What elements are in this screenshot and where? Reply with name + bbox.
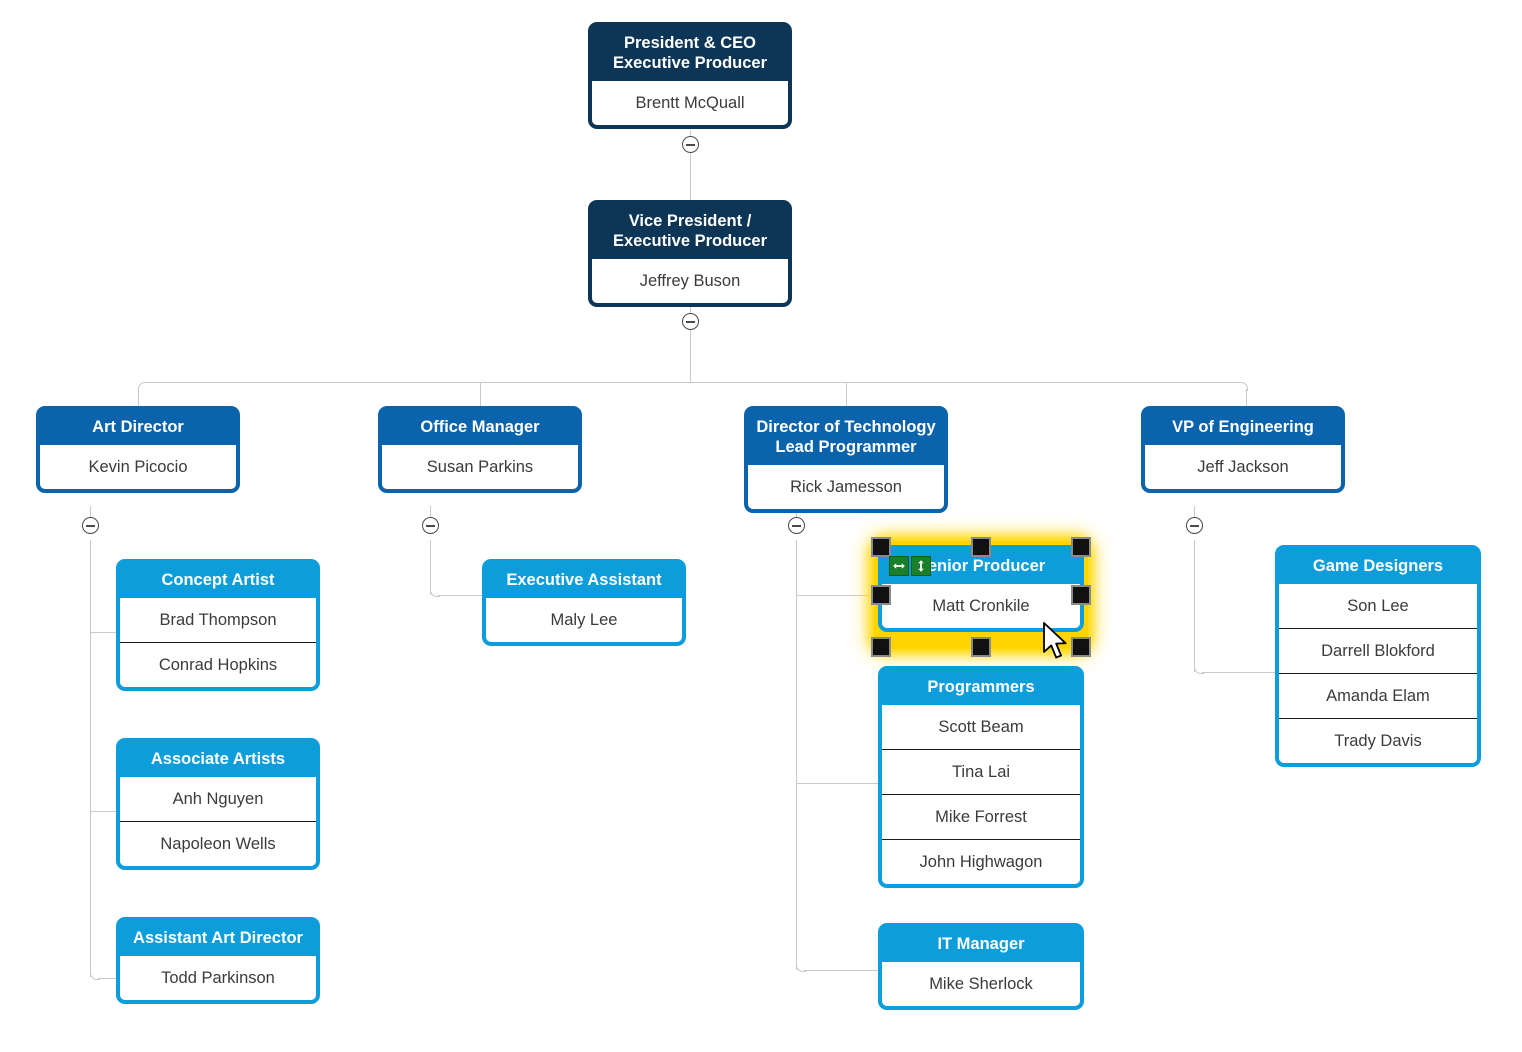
node-title: Vice President / Executive Producer bbox=[592, 204, 788, 259]
collapse-director-tech-button[interactable] bbox=[788, 517, 805, 534]
node-title: President & CEO Executive Producer bbox=[592, 26, 788, 81]
node-body: Anh Nguyen Napoleon Wells bbox=[120, 777, 316, 866]
connector-drop-director-tech bbox=[846, 382, 847, 407]
node-title: Office Manager bbox=[382, 410, 578, 445]
selection-handle-top-center[interactable] bbox=[971, 537, 991, 557]
member-row[interactable]: Tina Lai bbox=[882, 749, 1080, 794]
selection-handle-bottom-right[interactable] bbox=[1071, 637, 1091, 657]
collapse-ceo-button[interactable] bbox=[682, 136, 699, 153]
node-associate-artists[interactable]: Associate Artists Anh Nguyen Napoleon We… bbox=[116, 738, 320, 870]
node-executive-assistant[interactable]: Executive Assistant Maly Lee bbox=[482, 559, 686, 646]
node-body: Matt Cronkile bbox=[882, 584, 1080, 628]
connector-to-senior-producer bbox=[797, 595, 880, 596]
node-office-manager[interactable]: Office Manager Susan Parkins bbox=[378, 406, 582, 493]
member-row[interactable]: Darrell Blokford bbox=[1279, 628, 1477, 673]
selection-handle-bottom-center[interactable] bbox=[971, 637, 991, 657]
member-row[interactable]: Napoleon Wells bbox=[120, 821, 316, 866]
node-body: Son Lee Darrell Blokford Amanda Elam Tra… bbox=[1279, 584, 1477, 763]
member-row[interactable]: Conrad Hopkins bbox=[120, 642, 316, 687]
member-row[interactable]: Susan Parkins bbox=[382, 445, 578, 489]
collapse-office-manager-button[interactable] bbox=[422, 517, 439, 534]
node-body: Todd Parkinson bbox=[120, 956, 316, 1000]
connector-to-concept-artist bbox=[91, 632, 118, 633]
node-programmers[interactable]: Programmers Scott Beam Tina Lai Mike For… bbox=[878, 666, 1084, 888]
member-row[interactable]: Son Lee bbox=[1279, 584, 1477, 628]
member-row[interactable]: Brentt McQuall bbox=[592, 81, 788, 125]
node-title: Executive Assistant bbox=[486, 563, 682, 598]
node-title: Associate Artists bbox=[120, 742, 316, 777]
member-row[interactable]: Rick Jamesson bbox=[748, 465, 944, 509]
node-title: Assistant Art Director bbox=[120, 921, 316, 956]
member-row[interactable]: Maly Lee bbox=[486, 598, 682, 642]
member-row[interactable]: Jeffrey Buson bbox=[592, 259, 788, 303]
selection-handle-middle-left[interactable] bbox=[871, 585, 891, 605]
member-row[interactable]: Brad Thompson bbox=[120, 598, 316, 642]
member-row[interactable]: Kevin Picocio bbox=[40, 445, 236, 489]
node-body: Mike Sherlock bbox=[882, 962, 1080, 1006]
node-title: Programmers bbox=[882, 670, 1080, 705]
vertical-resize-arrows-icon[interactable] bbox=[911, 556, 931, 576]
node-assistant-art-director[interactable]: Assistant Art Director Todd Parkinson bbox=[116, 917, 320, 1004]
member-row[interactable]: Amanda Elam bbox=[1279, 673, 1477, 718]
node-vp-of-engineering[interactable]: VP of Engineering Jeff Jackson bbox=[1141, 406, 1345, 493]
connector-to-it-manager bbox=[804, 970, 882, 971]
collapse-vp-engineering-button[interactable] bbox=[1186, 517, 1203, 534]
member-row[interactable]: Mike Sherlock bbox=[882, 962, 1080, 1006]
node-body: Maly Lee bbox=[486, 598, 682, 642]
node-title: Director of Technology Lead Programmer bbox=[748, 410, 944, 465]
connector-drop-office-manager bbox=[480, 382, 481, 407]
connector-director-tech-spine bbox=[796, 540, 797, 970]
member-row[interactable]: Todd Parkinson bbox=[120, 956, 316, 1000]
node-body: Kevin Picocio bbox=[40, 445, 236, 489]
selection-handle-top-right[interactable] bbox=[1071, 537, 1091, 557]
node-game-designers[interactable]: Game Designers Son Lee Darrell Blokford … bbox=[1275, 545, 1481, 767]
connector-drop-vp-engineering bbox=[1246, 389, 1247, 407]
node-president-ceo[interactable]: President & CEO Executive Producer Brent… bbox=[588, 22, 792, 129]
connector-to-executive-assistant bbox=[438, 595, 486, 596]
node-body: Scott Beam Tina Lai Mike Forrest John Hi… bbox=[882, 705, 1080, 884]
horizontal-resize-arrows-icon[interactable] bbox=[889, 556, 909, 576]
member-row[interactable]: Matt Cronkile bbox=[882, 584, 1080, 628]
member-row[interactable]: Scott Beam bbox=[882, 705, 1080, 749]
member-row[interactable]: Anh Nguyen bbox=[120, 777, 316, 821]
node-title: Concept Artist bbox=[120, 563, 316, 598]
node-body: Rick Jamesson bbox=[748, 465, 944, 509]
node-title: VP of Engineering bbox=[1145, 410, 1341, 445]
collapse-vp-button[interactable] bbox=[682, 313, 699, 330]
node-title: Art Director bbox=[40, 410, 236, 445]
node-body: Jeff Jackson bbox=[1145, 445, 1341, 489]
connector-drop-art-director bbox=[138, 389, 139, 407]
member-row[interactable]: Jeff Jackson bbox=[1145, 445, 1341, 489]
selection-handle-top-left[interactable] bbox=[871, 537, 891, 557]
node-body: Brad Thompson Conrad Hopkins bbox=[120, 598, 316, 687]
node-title: IT Manager bbox=[882, 927, 1080, 962]
node-vice-president[interactable]: Vice President / Executive Producer Jeff… bbox=[588, 200, 792, 307]
node-art-director[interactable]: Art Director Kevin Picocio bbox=[36, 406, 240, 493]
selection-handle-bottom-left[interactable] bbox=[871, 637, 891, 657]
connector-vp-engineering-spine bbox=[1194, 540, 1195, 672]
selection-handle-middle-right[interactable] bbox=[1071, 585, 1091, 605]
connector-to-associate-artists bbox=[91, 811, 118, 812]
connector-to-programmers bbox=[797, 783, 880, 784]
node-title: Game Designers bbox=[1279, 549, 1477, 584]
member-row[interactable]: Mike Forrest bbox=[882, 794, 1080, 839]
node-body: Susan Parkins bbox=[382, 445, 578, 489]
connector-to-game-designers bbox=[1202, 672, 1277, 673]
connector-elbow-left bbox=[138, 382, 147, 391]
collapse-art-director-button[interactable] bbox=[82, 517, 99, 534]
org-chart-canvas[interactable]: President & CEO Executive Producer Brent… bbox=[0, 0, 1522, 1052]
member-row[interactable]: John Highwagon bbox=[882, 839, 1080, 884]
node-it-manager[interactable]: IT Manager Mike Sherlock bbox=[878, 923, 1084, 1010]
node-director-of-technology[interactable]: Director of Technology Lead Programmer R… bbox=[744, 406, 948, 513]
connector-art-director-spine bbox=[90, 540, 91, 977]
node-body: Brentt McQuall bbox=[592, 81, 788, 125]
member-row[interactable]: Trady Davis bbox=[1279, 718, 1477, 763]
connector-manager-bus bbox=[145, 382, 1239, 383]
node-body: Jeffrey Buson bbox=[592, 259, 788, 303]
node-concept-artist[interactable]: Concept Artist Brad Thompson Conrad Hopk… bbox=[116, 559, 320, 691]
